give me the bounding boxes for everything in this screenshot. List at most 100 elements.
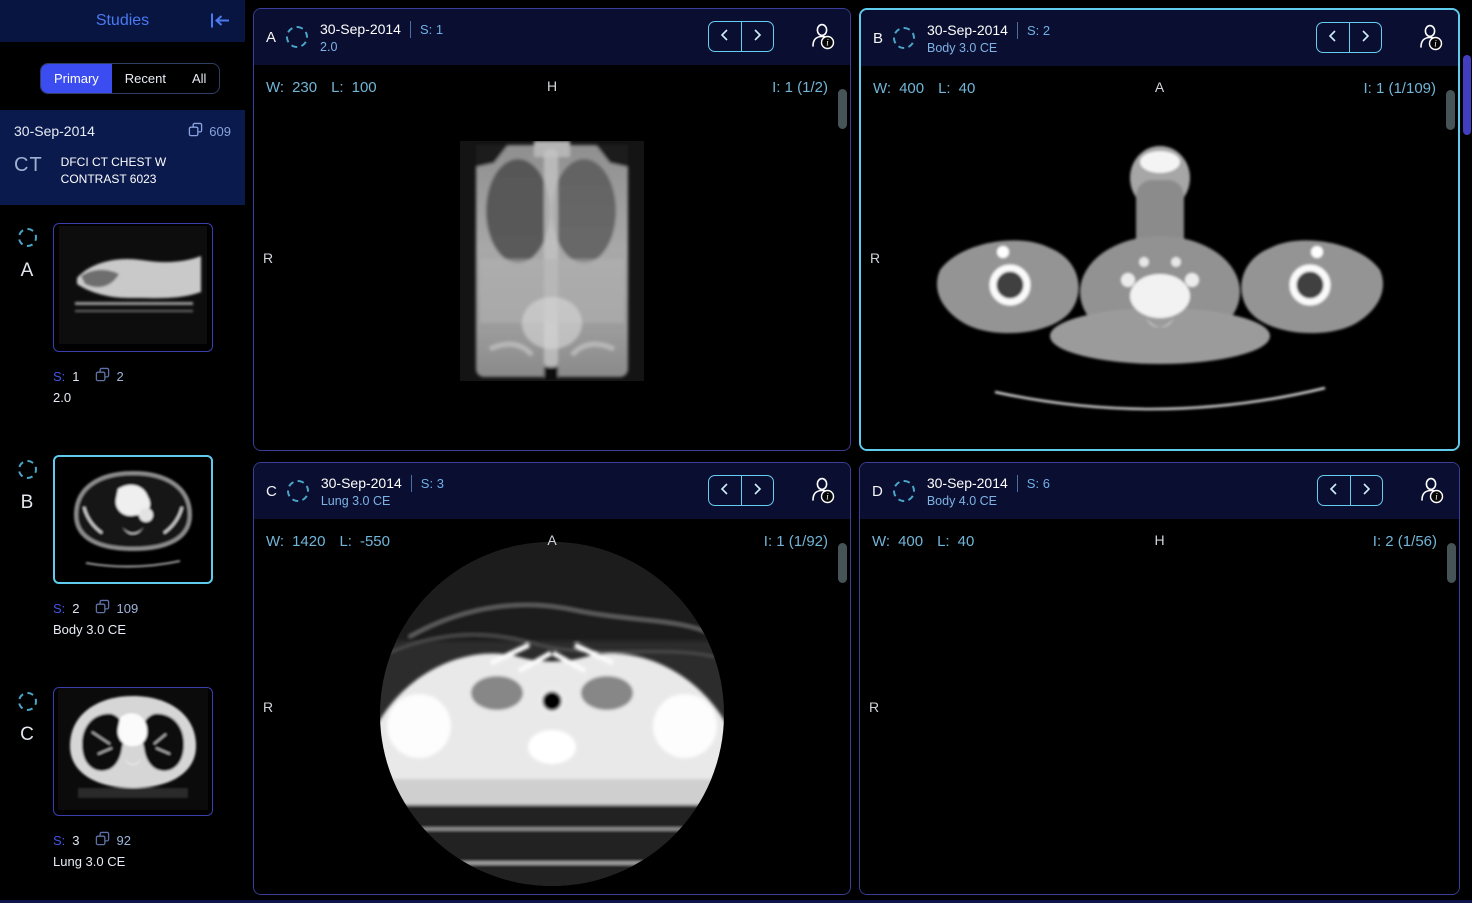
series-nav-buttons bbox=[708, 475, 774, 506]
viewport-letter: A bbox=[266, 29, 276, 46]
next-series-button[interactable] bbox=[742, 22, 774, 51]
series-number: 3 bbox=[72, 833, 79, 848]
window-label: W: bbox=[873, 80, 891, 97]
chevron-right-icon bbox=[753, 29, 762, 44]
study-header-row: 30-Sep-2014 609 bbox=[14, 122, 231, 140]
chevron-right-icon bbox=[1361, 30, 1370, 45]
status-tracking-circle-icon bbox=[18, 692, 37, 711]
stack-scrollbar-thumb[interactable] bbox=[1447, 543, 1456, 583]
chevron-left-icon bbox=[1329, 483, 1338, 498]
studies-sidebar: Studies Primary Recent All 30-Sep-2014 bbox=[0, 0, 245, 903]
thumbnail-gutter: A bbox=[12, 228, 42, 282]
previous-series-button[interactable] bbox=[1318, 476, 1351, 505]
window-label: W: bbox=[266, 79, 284, 96]
viewport-canvas[interactable]: W:400L:40 H I: 2 (1/56) R bbox=[860, 519, 1459, 894]
viewport-series-description: 2.0 bbox=[320, 40, 443, 54]
viewport-assignment-letter: A bbox=[12, 260, 42, 282]
sidebar-header: Studies bbox=[0, 0, 245, 44]
viewport-study-date: 30-Sep-2014 bbox=[927, 22, 1008, 38]
orientation-marker-left: R bbox=[263, 699, 273, 715]
stack-scrollbar-thumb[interactable] bbox=[838, 543, 847, 583]
viewport-assignment-letter: C bbox=[12, 724, 42, 746]
patient-info-button[interactable]: i bbox=[808, 22, 836, 53]
viewport-a: A 30-Sep-2014 S: 1 2.0 bbox=[253, 8, 851, 451]
next-series-button[interactable] bbox=[1351, 476, 1383, 505]
viewport-canvas[interactable]: W:400L:40 A I: 1 (1/109) R bbox=[861, 66, 1458, 449]
patient-info-icon: i bbox=[1416, 39, 1444, 54]
chevron-left-icon bbox=[1328, 30, 1337, 45]
next-series-button[interactable] bbox=[1350, 23, 1382, 52]
study-filter-tabs: Primary Recent All bbox=[40, 63, 220, 94]
collapse-panel-button[interactable] bbox=[207, 11, 233, 33]
viewport-series-number: S: 3 bbox=[421, 476, 444, 491]
stack-scrollbar-thumb[interactable] bbox=[838, 89, 847, 129]
orientation-marker-left: R bbox=[869, 699, 879, 715]
viewport-study-date: 30-Sep-2014 bbox=[321, 475, 402, 491]
study-list-item[interactable]: 30-Sep-2014 609 CT DFCI CT CHEST W CONTR… bbox=[0, 110, 245, 205]
collapse-panel-left-icon bbox=[208, 18, 232, 33]
viewer-app: Studies Primary Recent All 30-Sep-2014 bbox=[0, 0, 1472, 903]
ct-body-thumbnail-image bbox=[58, 457, 208, 582]
series-thumbnail-b: B bbox=[0, 454, 245, 664]
tab-primary[interactable]: Primary bbox=[41, 64, 112, 93]
viewport-header: C 30-Sep-2014 S: 3 Lung 3.0 CE bbox=[254, 463, 850, 519]
thumbnail-image-button[interactable] bbox=[53, 687, 213, 816]
viewport-study-date: 30-Sep-2014 bbox=[927, 475, 1008, 491]
instance-stack-icon bbox=[95, 831, 110, 849]
thumbnail-image-button[interactable] bbox=[53, 455, 213, 584]
viewport-series-number: S: 2 bbox=[1027, 23, 1050, 38]
study-modality: CT bbox=[14, 154, 43, 177]
patient-info-button[interactable]: i bbox=[1416, 23, 1444, 54]
instance-count: 92 bbox=[117, 833, 131, 848]
divider bbox=[411, 475, 412, 492]
ct-axial-neck-image bbox=[900, 140, 1420, 425]
series-nav-buttons bbox=[1316, 22, 1382, 53]
level-value: 100 bbox=[352, 79, 377, 96]
study-date: 30-Sep-2014 bbox=[14, 123, 95, 139]
next-series-button[interactable] bbox=[742, 476, 774, 505]
viewport-canvas[interactable]: W:1420L:-550 A I: 1 (1/92) R bbox=[254, 519, 850, 894]
window-level-overlay: W:400L:40 bbox=[873, 80, 975, 97]
image-index-overlay: I: 1 (1/92) bbox=[764, 533, 828, 550]
viewport-series-number: S: 6 bbox=[1027, 476, 1050, 491]
previous-series-button[interactable] bbox=[709, 476, 742, 505]
viewport-d: D 30-Sep-2014 S: 6 Body 4.0 CE bbox=[859, 462, 1460, 895]
level-value: 40 bbox=[958, 533, 975, 550]
study-instance-count: 609 bbox=[188, 122, 231, 140]
series-meta: S: 3 92 bbox=[53, 831, 131, 849]
page-scrollbar-thumb[interactable] bbox=[1463, 55, 1471, 135]
orientation-marker-top: A bbox=[547, 532, 556, 548]
viewport-study-date: 30-Sep-2014 bbox=[320, 21, 401, 37]
patient-info-icon: i bbox=[1417, 492, 1445, 507]
series-meta: S: 2 109 bbox=[53, 599, 138, 617]
patient-info-button[interactable]: i bbox=[1417, 476, 1445, 507]
thumbnail-image-button[interactable] bbox=[53, 223, 213, 352]
series-label: S: bbox=[53, 369, 65, 384]
level-value: -550 bbox=[360, 533, 390, 550]
viewport-letter: C bbox=[266, 483, 277, 500]
patient-info-icon: i bbox=[808, 38, 836, 53]
tab-all[interactable]: All bbox=[179, 64, 219, 93]
study-description: DFCI CT CHEST W CONTRAST 6023 bbox=[61, 154, 211, 188]
window-value: 400 bbox=[898, 533, 923, 550]
window-value: 400 bbox=[899, 80, 924, 97]
image-index-overlay: I: 2 (1/56) bbox=[1373, 533, 1437, 550]
level-label: L: bbox=[938, 80, 951, 97]
scout-thumbnail-image bbox=[59, 226, 207, 349]
stack-scrollbar-thumb[interactable] bbox=[1446, 90, 1455, 130]
orientation-marker-left: R bbox=[870, 250, 880, 266]
instance-count: 109 bbox=[117, 601, 139, 616]
orientation-marker-top: A bbox=[1155, 79, 1164, 95]
chevron-left-icon bbox=[720, 29, 729, 44]
patient-info-button[interactable]: i bbox=[808, 476, 836, 507]
viewport-series-number: S: 1 bbox=[420, 22, 443, 37]
status-tracking-circle-icon bbox=[287, 480, 309, 502]
previous-series-button[interactable] bbox=[709, 22, 742, 51]
series-label: S: bbox=[53, 601, 65, 616]
tab-recent[interactable]: Recent bbox=[112, 64, 179, 93]
series-description: Body 3.0 CE bbox=[53, 622, 126, 637]
previous-series-button[interactable] bbox=[1317, 23, 1350, 52]
viewport-canvas[interactable]: W:230L:100 H I: 1 (1/2) R bbox=[254, 65, 850, 450]
level-label: L: bbox=[937, 533, 950, 550]
divider bbox=[1017, 22, 1018, 39]
